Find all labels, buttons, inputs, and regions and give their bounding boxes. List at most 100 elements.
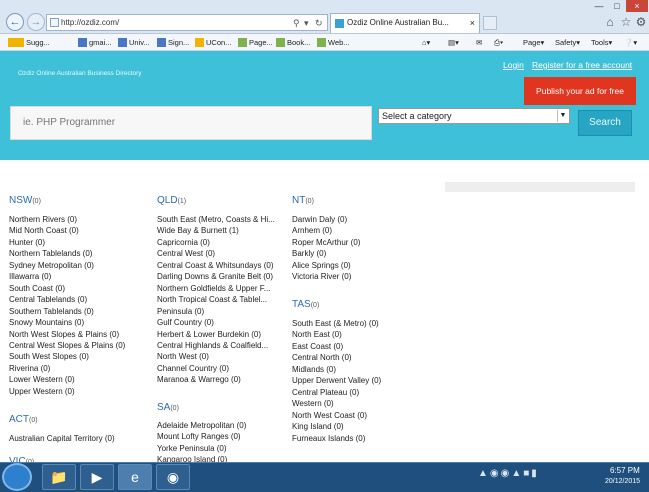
region-link[interactable]: Snowy Mountains (0): [9, 317, 127, 328]
region-link[interactable]: Channel Country (0): [157, 363, 279, 374]
login-link[interactable]: Login: [503, 60, 524, 70]
browser-tab[interactable]: Ozdiz Online Australian Bu... ×: [330, 13, 480, 33]
region-link[interactable]: North Tropical Coast & Tablel...: [157, 294, 279, 305]
region-link[interactable]: Northern Rivers (0): [9, 214, 127, 225]
minimize-icon[interactable]: —: [590, 0, 608, 12]
favorite-univ[interactable]: Univ...: [118, 37, 150, 48]
region-link[interactable]: South East (& Metro) (0): [292, 318, 432, 329]
region-link[interactable]: North East (0): [292, 329, 432, 340]
file-explorer-icon[interactable]: 📁: [42, 464, 76, 490]
region-link[interactable]: South West Slopes (0): [9, 351, 127, 362]
category-select[interactable]: Select a category ▼: [378, 108, 570, 124]
home-icon[interactable]: ⌂: [603, 15, 617, 29]
print-icon[interactable]: ⎙▾: [494, 37, 503, 48]
refresh-icon[interactable]: ↻: [315, 16, 323, 31]
tools-menu[interactable]: Tools▾: [591, 37, 612, 48]
region-link[interactable]: North West Slopes & Plains (0): [9, 329, 127, 340]
region-link[interactable]: Central Tablelands (0): [9, 294, 127, 305]
state-heading-nsw[interactable]: NSW(0): [9, 195, 149, 208]
region-link[interactable]: Lower Western (0): [9, 374, 127, 385]
region-link[interactable]: East Coast (0): [292, 341, 432, 352]
feeds-icon[interactable]: ▤▾: [448, 37, 459, 48]
state-heading-sa[interactable]: SA(0): [157, 402, 297, 415]
region-link[interactable]: Upper Western (0): [9, 386, 127, 397]
favorite-page[interactable]: Page...: [238, 37, 273, 48]
register-link[interactable]: Register for a free account: [532, 60, 632, 70]
region-link[interactable]: Central Plateau (0): [292, 387, 432, 398]
back-arrow-icon[interactable]: ←: [6, 13, 24, 31]
region-link[interactable]: Central North (0): [292, 352, 432, 363]
state-heading-qld[interactable]: QLD(1): [157, 195, 297, 208]
region-link[interactable]: Mid North Coast (0): [9, 225, 127, 236]
region-link[interactable]: Arnhem (0): [292, 225, 432, 236]
paint-icon[interactable]: ◉: [156, 464, 190, 490]
region-link[interactable]: Darling Downs & Granite Belt (0): [157, 271, 279, 282]
search-input[interactable]: ie. PHP Programmer: [10, 106, 372, 140]
region-link[interactable]: Hunter (0): [9, 237, 127, 248]
region-link[interactable]: Darwin Daly (0): [292, 214, 432, 225]
region-link[interactable]: Herbert & Lower Burdekin (0): [157, 329, 279, 340]
region-link[interactable]: Adelaide Metropolitan (0): [157, 420, 297, 431]
region-link[interactable]: Central Highlands & Coalfield...: [157, 340, 279, 351]
site-brand[interactable]: Ozdiz Online Australian Business Directo…: [18, 70, 142, 77]
region-link[interactable]: Upper Derwent Valley (0): [292, 375, 432, 386]
address-bar[interactable]: http://ozdiz.com/ ⚲ ▾ ↻: [46, 14, 328, 31]
safety-menu[interactable]: Safety▾: [555, 37, 580, 48]
region-link[interactable]: Riverina (0): [9, 363, 127, 374]
region-link[interactable]: King Island (0): [292, 421, 432, 432]
region-link[interactable]: Northern Goldfields & Upper F...: [157, 283, 279, 294]
internet-explorer-icon[interactable]: e: [118, 464, 152, 490]
favorite-ucon[interactable]: UCon...: [195, 37, 231, 48]
region-link[interactable]: Mount Lofty Ranges (0): [157, 431, 297, 442]
media-player-icon[interactable]: ▶: [80, 464, 114, 490]
state-heading-nt[interactable]: NT(0): [292, 195, 432, 208]
gear-icon[interactable]: ⚙: [634, 15, 648, 29]
region-link[interactable]: Peninsula (0): [157, 306, 279, 317]
maximize-icon[interactable]: □: [608, 0, 626, 12]
region-link[interactable]: Sydney Metropolitan (0): [9, 260, 127, 271]
region-link[interactable]: Roper McArthur (0): [292, 237, 432, 248]
start-button[interactable]: [2, 463, 32, 491]
region-link[interactable]: Victoria River (0): [292, 271, 432, 282]
close-tab-icon[interactable]: ×: [470, 14, 475, 32]
region-link[interactable]: Yorke Peninsula (0): [157, 443, 297, 454]
help-icon[interactable]: ❔▾: [624, 37, 637, 48]
favorite-web[interactable]: Web...: [317, 37, 350, 48]
region-link[interactable]: South East (Metro, Coasts & Hi...: [157, 214, 279, 225]
region-link[interactable]: Southern Tablelands (0): [9, 306, 127, 317]
dropdown-icon[interactable]: ▾: [304, 16, 309, 31]
region-link[interactable]: Maranoa & Warrego (0): [157, 374, 279, 385]
new-tab-button[interactable]: [483, 16, 497, 30]
region-link[interactable]: Northern Tablelands (0): [9, 248, 127, 259]
search-button[interactable]: Search: [578, 110, 632, 136]
favorite-sugg[interactable]: Sugg...: [8, 37, 50, 48]
region-link[interactable]: Central West (0): [157, 248, 279, 259]
region-link[interactable]: Gulf Country (0): [157, 317, 279, 328]
state-heading-tas[interactable]: TAS(0): [292, 299, 432, 312]
mail-icon[interactable]: ✉: [476, 37, 482, 48]
clock-date[interactable]: 20/12/2015: [605, 478, 640, 485]
region-link[interactable]: North West (0): [157, 351, 279, 362]
region-link[interactable]: Alice Springs (0): [292, 260, 432, 271]
home-cmd-icon[interactable]: ⌂▾: [422, 37, 430, 48]
region-link[interactable]: Central West Slopes & Plains (0): [9, 340, 127, 351]
page-menu[interactable]: Page▾: [523, 37, 544, 48]
region-link[interactable]: Wide Bay & Burnett (1): [157, 225, 279, 236]
favorite-sign[interactable]: Sign...: [157, 37, 189, 48]
region-link[interactable]: Midlands (0): [292, 364, 432, 375]
region-link[interactable]: Furneaux Islands (0): [292, 433, 432, 444]
region-link[interactable]: Illawarra (0): [9, 271, 127, 282]
search-icon[interactable]: ⚲: [293, 16, 300, 31]
system-tray-icons[interactable]: ▲◉◉▲■▮: [478, 468, 539, 479]
region-link[interactable]: South Coast (0): [9, 283, 127, 294]
favorites-star-icon[interactable]: ☆: [619, 15, 633, 29]
region-link[interactable]: Barkly (0): [292, 248, 432, 259]
region-link[interactable]: Western (0): [292, 398, 432, 409]
region-link[interactable]: Capricornia (0): [157, 237, 279, 248]
region-link[interactable]: Australian Capital Territory (0): [9, 433, 149, 444]
close-window-icon[interactable]: ×: [626, 0, 648, 12]
state-heading-act[interactable]: ACT(0): [9, 414, 149, 427]
region-link[interactable]: Central Coast & Whitsundays (0): [157, 260, 279, 271]
clock-time[interactable]: 6:57 PM: [610, 466, 640, 475]
publish-ad-button[interactable]: Publish your ad for free: [524, 77, 636, 105]
